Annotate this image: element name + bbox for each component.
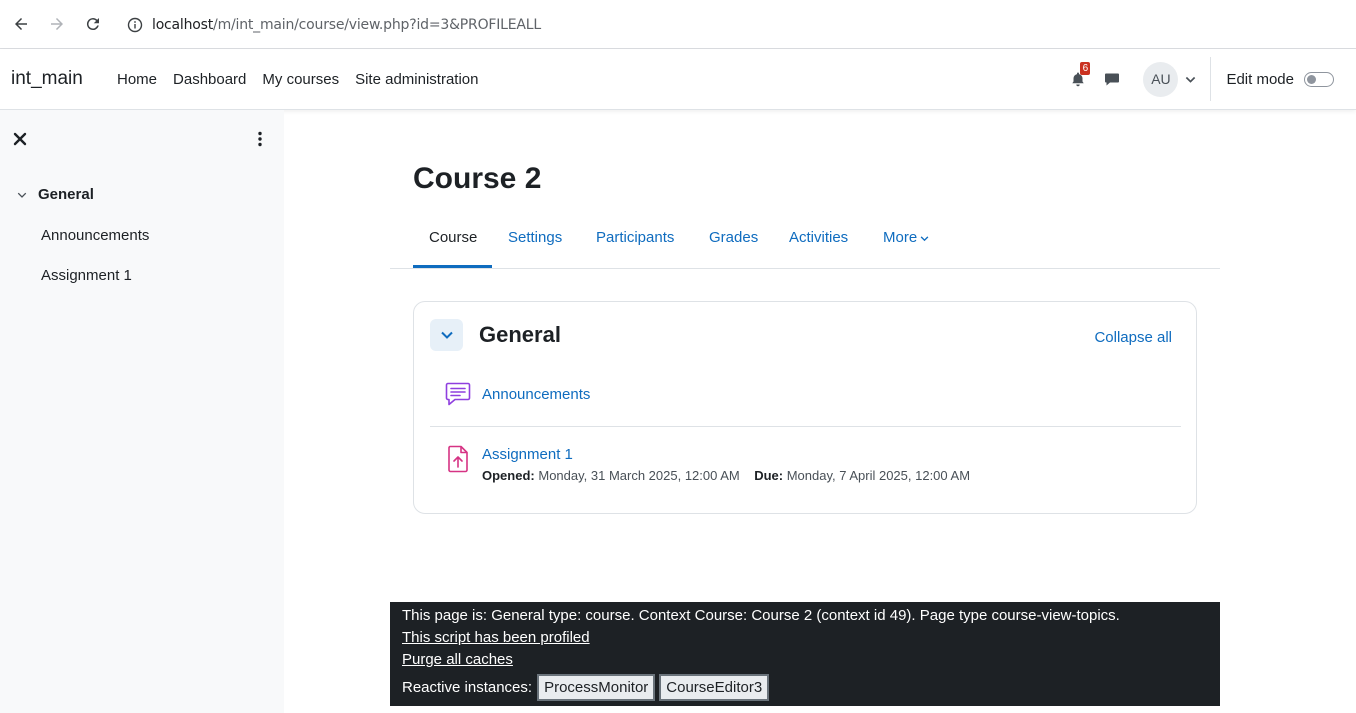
opened-date: Monday, 31 March 2025, 12:00 AM [538, 468, 740, 483]
debug-footer: This page is: General type: course. Cont… [390, 602, 1220, 706]
edit-mode-label: Edit mode [1226, 70, 1294, 88]
site-info-icon[interactable] [118, 17, 152, 33]
drawer-section-general[interactable]: General [17, 186, 94, 203]
reactive-instances: Reactive instances: ProcessMonitor Cours… [402, 674, 1208, 701]
forum-icon [444, 380, 472, 408]
reactive-label: Reactive instances: [402, 679, 533, 696]
site-navbar: int_main Home Dashboard My courses Site … [0, 49, 1356, 110]
toggle-knob [1307, 74, 1316, 84]
page-info-text: This page is: General type: course. Cont… [402, 607, 1120, 624]
active-tab-indicator [413, 265, 492, 268]
process-monitor-button[interactable]: ProcessMonitor [537, 674, 656, 701]
nav-home[interactable]: Home [109, 71, 165, 88]
collapse-all-link[interactable]: Collapse all [1094, 329, 1172, 346]
activity-link-assignment-1[interactable]: Assignment 1 [482, 446, 573, 463]
arrow-left-icon [15, 18, 27, 30]
purge-caches-link[interactable]: Purge all caches [402, 651, 513, 668]
site-brand[interactable]: int_main [11, 68, 83, 90]
close-drawer-button[interactable] [11, 130, 29, 148]
course-index-drawer: General Announcements Assignment 1 [0, 110, 284, 713]
chevron-down-icon[interactable] [17, 190, 29, 200]
tab-grades[interactable]: Grades [709, 229, 758, 246]
url-host: localhost [152, 17, 214, 33]
drawer-item-assignment-1[interactable]: Assignment 1 [41, 267, 132, 284]
primary-navigation: Home Dashboard My courses Site administr… [109, 49, 487, 109]
reload-icon [86, 18, 99, 31]
assignment-icon [444, 444, 472, 473]
address-bar[interactable]: localhost/m/int_main/course/view.php?id=… [118, 8, 1348, 42]
secondary-navigation-tabs: Course Settings Participants Grades Acti… [390, 216, 1220, 269]
chat-bubble-icon [1105, 73, 1120, 86]
chevron-down-icon [440, 331, 453, 339]
due-label: Due: [754, 468, 784, 483]
course-editor-button[interactable]: CourseEditor3 [659, 674, 770, 701]
nav-site-administration[interactable]: Site administration [347, 71, 486, 88]
activity-link-announcements[interactable]: Announcements [482, 386, 590, 403]
tab-more-label: More [883, 229, 918, 246]
activity-divider [430, 426, 1181, 427]
notifications-button[interactable]: 6 [1067, 62, 1091, 90]
navbar-divider [1210, 57, 1212, 101]
notification-count-badge: 6 [1080, 62, 1091, 75]
edit-mode-toggle[interactable] [1304, 71, 1334, 87]
tab-activities[interactable]: Activities [789, 229, 848, 246]
tab-course[interactable]: Course [429, 229, 477, 246]
kebab-menu-icon [258, 131, 262, 147]
nav-dashboard[interactable]: Dashboard [165, 71, 254, 88]
due-date: Monday, 7 April 2025, 12:00 AM [786, 468, 971, 483]
browser-toolbar: localhost/m/int_main/course/view.php?id=… [0, 0, 1356, 49]
chevron-down-icon [920, 230, 929, 247]
course-section-general: General Collapse all Announcements Assig… [413, 301, 1197, 514]
url-path: /m/int_main/course/view.php?id=3&PROFILE… [213, 17, 541, 33]
tab-settings[interactable]: Settings [508, 229, 562, 246]
user-menu-toggle[interactable] [1178, 74, 1202, 85]
url-text[interactable]: localhost/m/int_main/course/view.php?id=… [152, 17, 541, 33]
tab-more[interactable]: More [883, 229, 929, 247]
forward-button[interactable] [39, 6, 75, 42]
back-button[interactable] [3, 6, 39, 42]
close-icon [13, 132, 27, 146]
section-collapse-toggle[interactable] [430, 319, 463, 351]
tab-participants[interactable]: Participants [596, 229, 674, 246]
navbar-user-area: 6 AU Edit mode [1067, 49, 1356, 109]
arrow-right-icon [51, 18, 63, 30]
drawer-item-announcements[interactable]: Announcements [41, 227, 149, 244]
messages-button[interactable] [1101, 68, 1123, 90]
chevron-down-icon [1185, 76, 1196, 83]
page-title: Course 2 [413, 162, 542, 195]
section-title: General [479, 322, 561, 347]
drawer-actions-menu[interactable] [252, 130, 268, 148]
profiled-link[interactable]: This script has been profiled [402, 629, 590, 646]
activity-dates: Opened: Monday, 31 March 2025, 12:00 AM … [482, 468, 970, 483]
drawer-section-title: General [38, 186, 94, 203]
reload-button[interactable] [75, 6, 111, 42]
nav-my-courses[interactable]: My courses [254, 71, 347, 88]
opened-label: Opened: [482, 468, 535, 483]
user-avatar[interactable]: AU [1143, 61, 1179, 97]
